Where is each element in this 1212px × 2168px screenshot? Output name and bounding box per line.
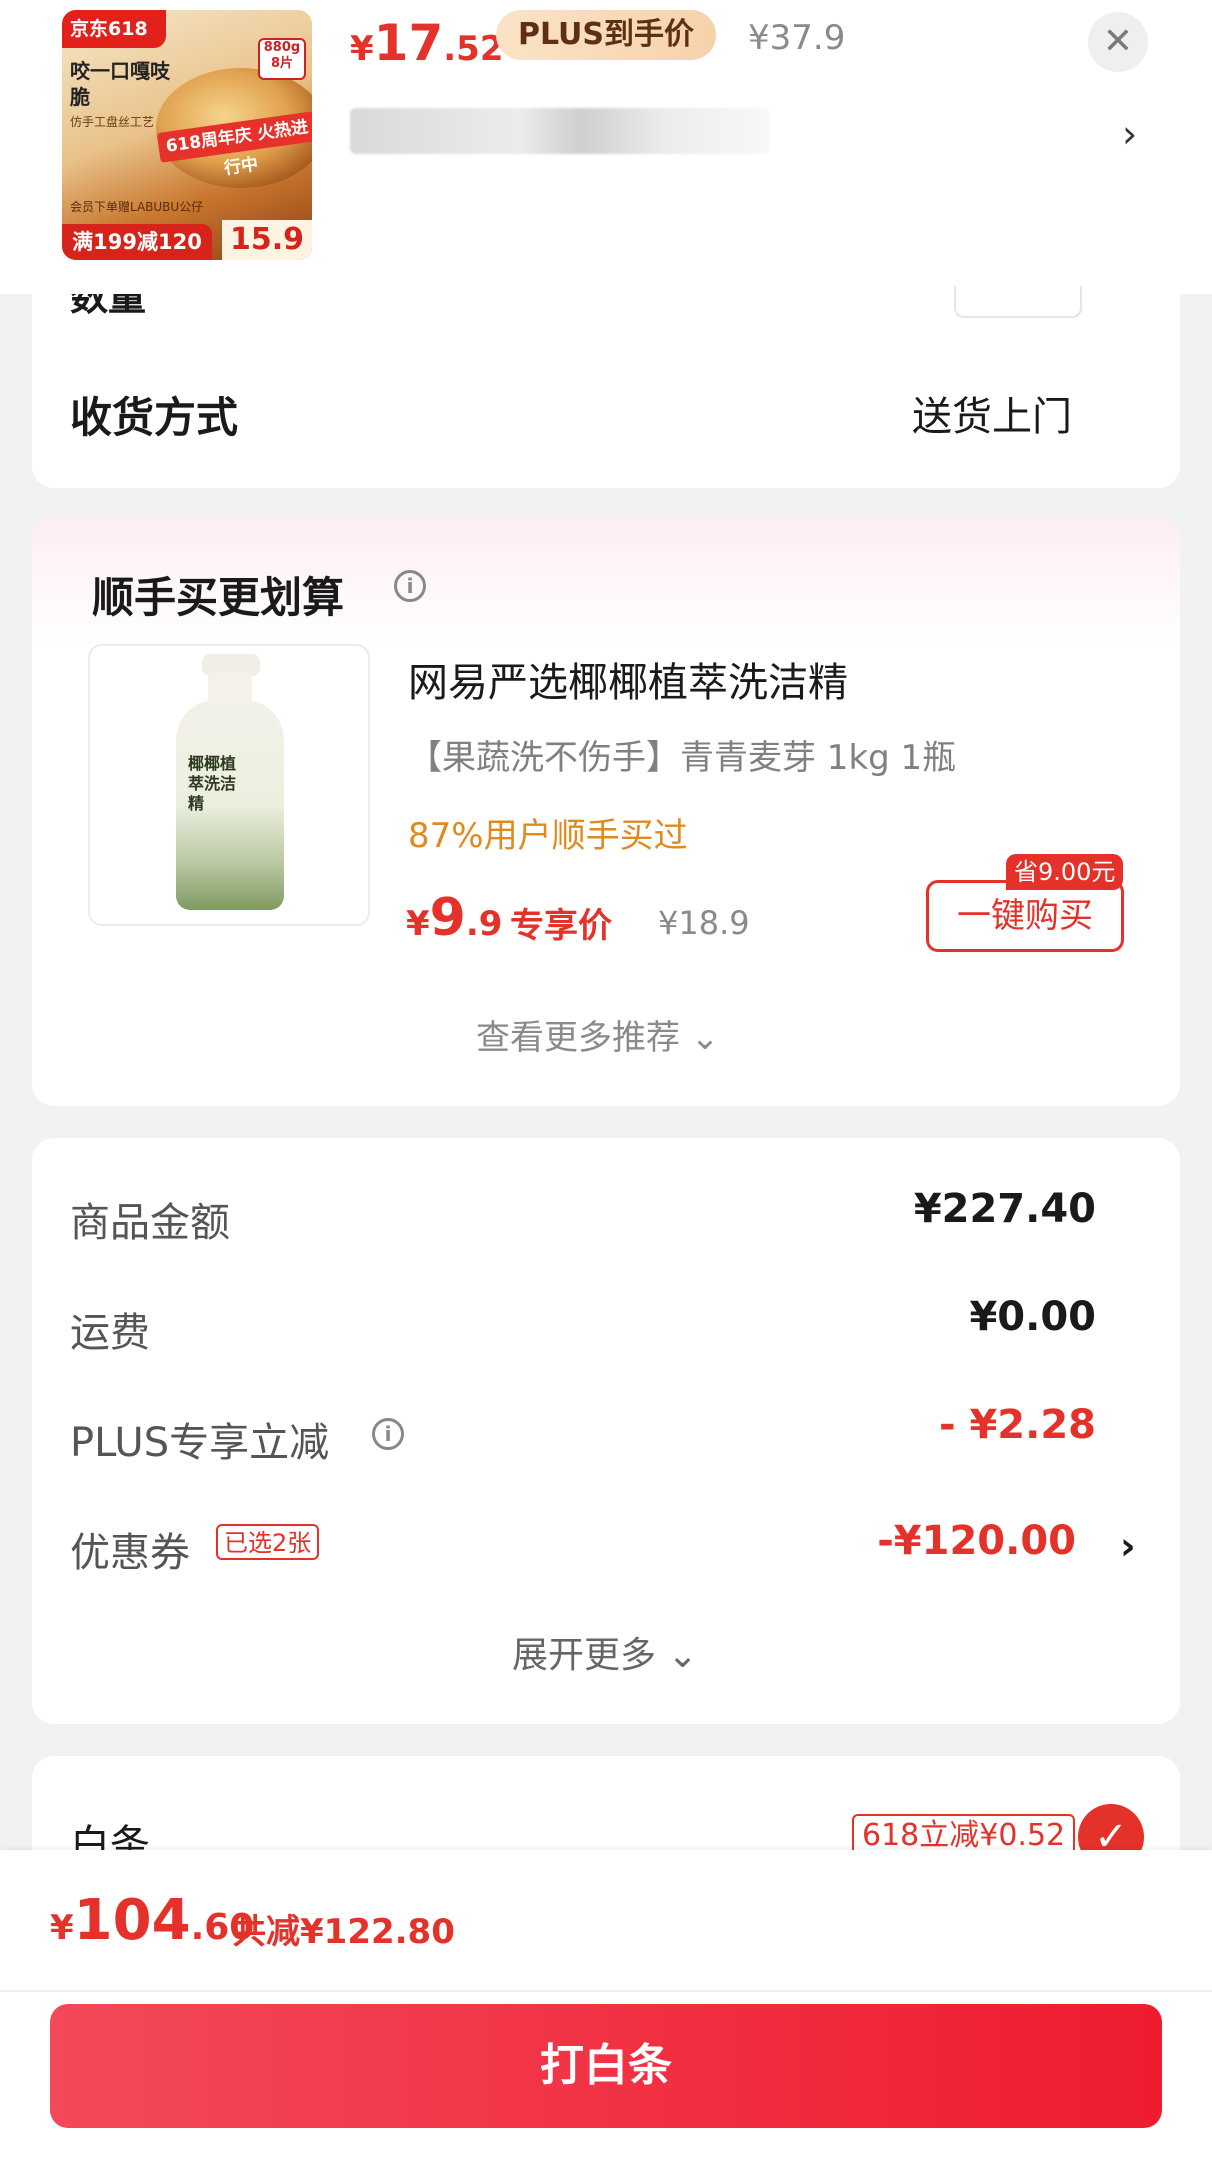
goods-amount-value: ¥227.40 [913, 1186, 1096, 1232]
thumbnail-promo-price: 15.9 [222, 220, 312, 260]
exclusive-price-label: 专享价 [510, 906, 612, 946]
coupon-value[interactable]: -¥120.00 [877, 1518, 1076, 1564]
coupon-count-badge: 已选2张 [216, 1524, 320, 1560]
bottle-label: 椰椰植萃洗洁精 [188, 754, 237, 813]
recommendation-original-price: ¥18.9 [658, 904, 750, 942]
goods-amount-label: 商品金额 [70, 1200, 230, 1246]
thumbnail-weight: 880g 8片 [258, 38, 306, 80]
total-price: ¥104.60 [50, 1888, 254, 1953]
save-amount-tag: 省9.00元 [1006, 854, 1124, 890]
divider [0, 1990, 1212, 1992]
price-currency: ¥ [50, 1908, 74, 1948]
brand-logo: 京东618 [62, 10, 166, 48]
price-decimal: .52 [443, 29, 504, 69]
close-icon: ✕ [1102, 21, 1134, 62]
info-icon[interactable]: i [394, 570, 426, 602]
chevron-right-icon[interactable]: › [1120, 1524, 1136, 1568]
plus-discount-value: - ¥2.28 [938, 1402, 1096, 1448]
plus-price-badge: PLUS到手价 [496, 10, 717, 60]
product-thumbnail[interactable]: 京东618 咬一口嘎吱脆 仿手工盘丝工艺 880g 8片 618周年庆 火热进行… [62, 10, 312, 260]
thumbnail-promo: 满199减120 [62, 224, 212, 260]
address-blurred[interactable] [350, 108, 770, 154]
social-proof-text: 87%用户顺手买过 [408, 816, 688, 856]
price-decimal: .9 [465, 904, 503, 944]
plus-discount-label: PLUS专享立减 [70, 1420, 330, 1466]
info-icon[interactable]: i [372, 1418, 404, 1450]
price-currency: ¥ [350, 29, 374, 69]
original-price: ¥37.9 [748, 18, 846, 58]
coupon-label: 优惠券 [70, 1530, 190, 1576]
plus-price: ¥17.52 [350, 14, 504, 72]
recommendation-title: 顺手买更划算 [92, 573, 345, 622]
recommendation-product-spec: 【果蔬洗不伤手】青青麦芽 1kg 1瓶 [408, 738, 957, 778]
price-integer: 9 [429, 888, 466, 948]
delivery-method-label: 收货方式 [70, 393, 239, 442]
price-integer: 104 [73, 1888, 191, 1953]
price-integer: 17 [373, 14, 444, 72]
shipping-fee-value: ¥0.00 [969, 1294, 1096, 1340]
price-currency: ¥ [406, 904, 430, 944]
thumbnail-gift: 会员下单赠LABUBU公仔 [70, 200, 204, 214]
shipping-fee-label: 运费 [70, 1310, 150, 1356]
recommendation-price: ¥9.9 [406, 888, 502, 948]
checkout-button[interactable]: 打白条 [50, 2004, 1162, 2128]
expand-more-link[interactable]: 展开更多 ⌄ [512, 1626, 698, 1678]
chevron-right-icon[interactable]: › [1122, 112, 1137, 156]
one-click-buy-button[interactable]: 一键购买 [926, 880, 1124, 952]
total-saved-amount: 共减¥122.80 [232, 1912, 455, 1952]
recommendation-product-image[interactable]: 椰椰植萃洗洁精 [88, 644, 370, 926]
close-button[interactable]: ✕ [1088, 12, 1148, 72]
thumbnail-slogan: 咬一口嘎吱脆 [70, 59, 170, 109]
more-recommendations-link[interactable]: 查看更多推荐 ⌄ [476, 1010, 719, 1059]
quantity-stepper[interactable] [954, 286, 1082, 318]
recommendation-product-name[interactable]: 网易严选椰椰植萃洗洁精 [408, 650, 848, 708]
thumbnail-feature: 仿手工盘丝工艺 [70, 115, 155, 129]
delivery-method-value[interactable]: 送货上门 [912, 384, 1072, 442]
